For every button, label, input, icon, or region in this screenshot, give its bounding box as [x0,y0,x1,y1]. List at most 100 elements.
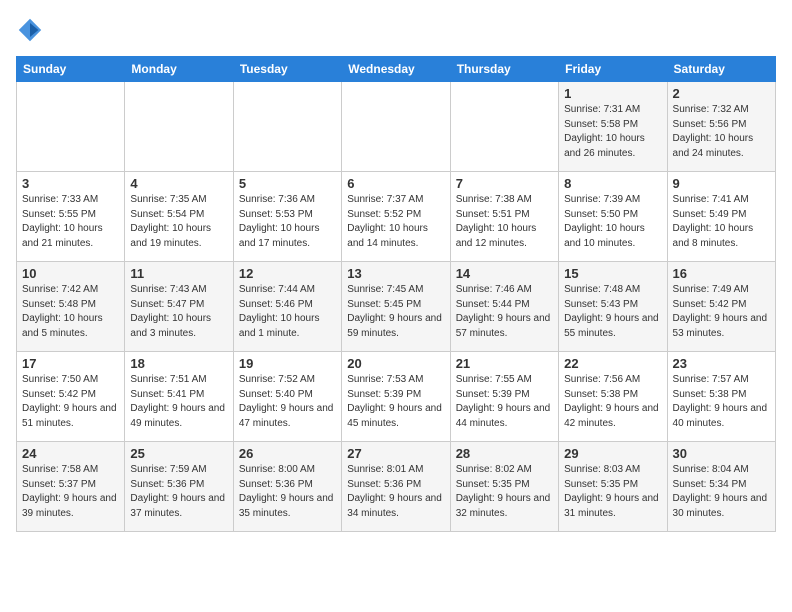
calendar-cell: 14 Sunrise: 7:46 AM Sunset: 5:44 PM Dayli… [450,262,558,352]
column-header-monday: Monday [125,57,233,82]
day-number: 18 [130,356,227,371]
day-info: Sunrise: 7:49 AM Sunset: 5:42 PM Dayligh… [673,283,770,341]
day-info: Sunrise: 7:46 AM Sunset: 5:44 PM Dayligh… [456,283,553,341]
calendar-week-row: 10 Sunrise: 7:42 AM Sunset: 5:48 PM Dayli… [17,262,776,352]
day-info: Sunrise: 7:59 AM Sunset: 5:36 PM Dayligh… [130,463,227,521]
day-number: 20 [347,356,444,371]
day-info: Sunrise: 7:31 AM Sunset: 5:58 PM Dayligh… [564,103,661,161]
calendar-week-row: 17 Sunrise: 7:50 AM Sunset: 5:42 PM Dayli… [17,352,776,442]
calendar-cell [17,82,125,172]
calendar-cell: 7 Sunrise: 7:38 AM Sunset: 5:51 PM Daylig… [450,172,558,262]
day-info: Sunrise: 8:02 AM Sunset: 5:35 PM Dayligh… [456,463,553,521]
calendar-cell: 22 Sunrise: 7:56 AM Sunset: 5:38 PM Dayli… [559,352,667,442]
calendar-cell: 10 Sunrise: 7:42 AM Sunset: 5:48 PM Dayli… [17,262,125,352]
calendar-cell: 12 Sunrise: 7:44 AM Sunset: 5:46 PM Dayli… [233,262,341,352]
column-header-sunday: Sunday [17,57,125,82]
day-number: 4 [130,176,227,191]
calendar-cell: 8 Sunrise: 7:39 AM Sunset: 5:50 PM Daylig… [559,172,667,262]
day-info: Sunrise: 7:33 AM Sunset: 5:55 PM Dayligh… [22,193,119,251]
day-info: Sunrise: 7:58 AM Sunset: 5:37 PM Dayligh… [22,463,119,521]
day-number: 10 [22,266,119,281]
calendar-cell: 15 Sunrise: 7:48 AM Sunset: 5:43 PM Dayli… [559,262,667,352]
day-info: Sunrise: 8:01 AM Sunset: 5:36 PM Dayligh… [347,463,444,521]
day-info: Sunrise: 7:35 AM Sunset: 5:54 PM Dayligh… [130,193,227,251]
calendar-cell: 24 Sunrise: 7:58 AM Sunset: 5:37 PM Dayli… [17,442,125,532]
day-number: 21 [456,356,553,371]
calendar-cell: 19 Sunrise: 7:52 AM Sunset: 5:40 PM Dayli… [233,352,341,442]
day-number: 29 [564,446,661,461]
day-info: Sunrise: 7:36 AM Sunset: 5:53 PM Dayligh… [239,193,336,251]
calendar-cell [450,82,558,172]
day-info: Sunrise: 7:50 AM Sunset: 5:42 PM Dayligh… [22,373,119,431]
day-info: Sunrise: 7:57 AM Sunset: 5:38 PM Dayligh… [673,373,770,431]
day-info: Sunrise: 7:53 AM Sunset: 5:39 PM Dayligh… [347,373,444,431]
column-header-friday: Friday [559,57,667,82]
day-number: 8 [564,176,661,191]
day-info: Sunrise: 7:51 AM Sunset: 5:41 PM Dayligh… [130,373,227,431]
calendar-cell: 26 Sunrise: 8:00 AM Sunset: 5:36 PM Dayli… [233,442,341,532]
calendar-header-row: SundayMondayTuesdayWednesdayThursdayFrid… [17,57,776,82]
calendar-cell: 21 Sunrise: 7:55 AM Sunset: 5:39 PM Dayli… [450,352,558,442]
calendar-cell: 20 Sunrise: 7:53 AM Sunset: 5:39 PM Dayli… [342,352,450,442]
day-number: 12 [239,266,336,281]
day-number: 9 [673,176,770,191]
day-number: 11 [130,266,227,281]
day-info: Sunrise: 7:38 AM Sunset: 5:51 PM Dayligh… [456,193,553,251]
day-info: Sunrise: 7:45 AM Sunset: 5:45 PM Dayligh… [347,283,444,341]
day-info: Sunrise: 7:37 AM Sunset: 5:52 PM Dayligh… [347,193,444,251]
calendar-cell: 4 Sunrise: 7:35 AM Sunset: 5:54 PM Daylig… [125,172,233,262]
day-info: Sunrise: 7:43 AM Sunset: 5:47 PM Dayligh… [130,283,227,341]
day-info: Sunrise: 8:00 AM Sunset: 5:36 PM Dayligh… [239,463,336,521]
logo-icon [16,16,44,44]
day-number: 22 [564,356,661,371]
day-number: 19 [239,356,336,371]
calendar-cell: 29Sunrise: 8:03 AM Sunset: 5:35 PM Dayli… [559,442,667,532]
calendar-cell: 16Sunrise: 7:49 AM Sunset: 5:42 PM Dayli… [667,262,775,352]
day-info: Sunrise: 7:56 AM Sunset: 5:38 PM Dayligh… [564,373,661,431]
day-info: Sunrise: 7:44 AM Sunset: 5:46 PM Dayligh… [239,283,336,341]
column-header-wednesday: Wednesday [342,57,450,82]
calendar-cell: 11 Sunrise: 7:43 AM Sunset: 5:47 PM Dayli… [125,262,233,352]
day-info: Sunrise: 8:04 AM Sunset: 5:34 PM Dayligh… [673,463,770,521]
calendar-cell: 25Sunrise: 7:59 AM Sunset: 5:36 PM Dayli… [125,442,233,532]
day-number: 27 [347,446,444,461]
day-info: Sunrise: 7:48 AM Sunset: 5:43 PM Dayligh… [564,283,661,341]
day-number: 5 [239,176,336,191]
day-info: Sunrise: 7:39 AM Sunset: 5:50 PM Dayligh… [564,193,661,251]
day-number: 7 [456,176,553,191]
day-number: 30 [673,446,770,461]
day-info: Sunrise: 7:41 AM Sunset: 5:49 PM Dayligh… [673,193,770,251]
logo [16,16,48,44]
column-header-thursday: Thursday [450,57,558,82]
column-header-saturday: Saturday [667,57,775,82]
calendar-cell: 17 Sunrise: 7:50 AM Sunset: 5:42 PM Dayli… [17,352,125,442]
page-header [16,16,776,44]
calendar-cell [125,82,233,172]
day-number: 24 [22,446,119,461]
day-number: 1 [564,86,661,101]
calendar-week-row: 1 Sunrise: 7:31 AM Sunset: 5:58 PM Daylig… [17,82,776,172]
day-number: 2 [673,86,770,101]
calendar-cell: 13Sunrise: 7:45 AM Sunset: 5:45 PM Dayli… [342,262,450,352]
day-info: Sunrise: 7:42 AM Sunset: 5:48 PM Dayligh… [22,283,119,341]
calendar-cell: 9 Sunrise: 7:41 AM Sunset: 5:49 PM Daylig… [667,172,775,262]
day-number: 15 [564,266,661,281]
calendar-cell: 30 Sunrise: 8:04 AM Sunset: 5:34 PM Dayli… [667,442,775,532]
day-number: 6 [347,176,444,191]
calendar-cell: 27 Sunrise: 8:01 AM Sunset: 5:36 PM Dayli… [342,442,450,532]
day-number: 28 [456,446,553,461]
day-info: Sunrise: 7:52 AM Sunset: 5:40 PM Dayligh… [239,373,336,431]
calendar-cell: 3 Sunrise: 7:33 AM Sunset: 5:55 PM Daylig… [17,172,125,262]
day-info: Sunrise: 7:32 AM Sunset: 5:56 PM Dayligh… [673,103,770,161]
day-number: 17 [22,356,119,371]
day-number: 14 [456,266,553,281]
calendar-week-row: 24 Sunrise: 7:58 AM Sunset: 5:37 PM Dayli… [17,442,776,532]
calendar-table: SundayMondayTuesdayWednesdayThursdayFrid… [16,56,776,532]
calendar-cell [233,82,341,172]
calendar-cell: 28 Sunrise: 8:02 AM Sunset: 5:35 PM Dayli… [450,442,558,532]
day-number: 26 [239,446,336,461]
day-info: Sunrise: 7:55 AM Sunset: 5:39 PM Dayligh… [456,373,553,431]
day-number: 3 [22,176,119,191]
calendar-cell: 2 Sunrise: 7:32 AM Sunset: 5:56 PM Daylig… [667,82,775,172]
calendar-cell: 1 Sunrise: 7:31 AM Sunset: 5:58 PM Daylig… [559,82,667,172]
